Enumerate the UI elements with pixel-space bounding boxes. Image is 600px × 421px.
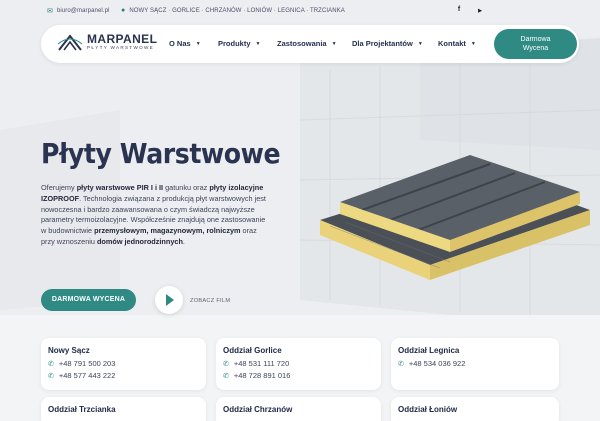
free-quote-nav-button[interactable]: Darmowa Wycena [494,29,577,59]
nav-item-zastosowania[interactable]: Zastosowania ▼ [277,39,337,48]
hero-text-part: . [182,236,185,246]
watch-film-label[interactable]: ZOBACZ FILM [190,298,230,304]
nav-item-o-nas[interactable]: O Nas ▼ [169,39,201,48]
hero-text-bold: przemysłowym, magazynowym, rolniczym [94,226,241,236]
facebook-icon[interactable]: f [454,6,464,13]
branch-phone[interactable]: ✆ +48 534 036 922 [398,359,465,368]
brand-logo[interactable]: MARPANEL PŁYTY WARSTWOWE [57,32,157,52]
phone-icon: ✆ [48,360,54,368]
map-pin-icon: ● [121,7,126,14]
email-text[interactable]: biuro@marpanel.pl [57,8,109,14]
branch-name: Oddział Gorlice [223,346,282,355]
branch-name: Oddział Chrzanów [223,405,293,414]
branch-card-loniow: Oddział Łoniów [391,397,559,421]
top-info-bar: ✉ biuro@marpanel.pl ● NOWY SĄCZ · GORLIC… [0,0,600,22]
nav-item-produkty[interactable]: Produkty ▼ [218,39,260,48]
chevron-down-icon: ▼ [417,40,423,47]
envelope-icon: ✉ [47,8,53,15]
brand-name: MARPANEL [87,32,158,46]
phone-icon: ✆ [223,360,229,368]
phone-number: +48 728 891 016 [233,371,291,380]
chevron-down-icon: ▼ [255,40,261,47]
hero-text-part: gatunku oraz [163,183,210,192]
nav-item-kontakt[interactable]: Kontakt ▼ [438,39,476,48]
hero-text-part: Oferujemy [41,183,77,192]
youtube-icon[interactable]: ▶ [475,8,485,14]
phone-number: +48 531 111 720 [233,359,290,368]
nav-item-dla-projektantow[interactable]: Dla Projektantów ▼ [352,39,423,48]
brand-tagline: PŁYTY WARSTWOWE [87,45,154,50]
locations-text: NOWY SĄCZ · GORLICE · CHRZANÓW · LONIÓW … [129,7,345,14]
logo-mark-icon [57,34,83,51]
branch-phone[interactable]: ✆ +48 791 500 203 [48,359,115,368]
phone-number: +48 791 500 203 [58,359,116,368]
nav-label: Zastosowania [277,39,327,48]
branch-phone[interactable]: ✆ +48 728 891 016 [223,371,290,380]
branch-phone[interactable]: ✆ +48 531 111 720 [223,359,289,368]
free-quote-button[interactable]: DARMOWA WYCENA [41,289,136,311]
branch-name: Oddział Legnica [398,346,460,355]
phone-icon: ✆ [48,372,54,380]
branch-name: Nowy Sącz [48,346,90,355]
sandwich-panel-image [320,155,590,280]
email-contact[interactable]: ✉ biuro@marpanel.pl [47,7,109,15]
branch-name: Oddział Łoniów [398,405,458,414]
nav-label: Dla Projektantów [352,39,413,48]
nav-label: Kontakt [438,39,466,48]
free-quote-label: Darmowa Wycena [520,36,551,52]
phone-icon: ✆ [223,372,229,380]
play-icon [166,294,174,306]
branch-name: Oddział Trzcianka [48,405,116,414]
locations-info: ● NOWY SĄCZ · GORLICE · CHRZANÓW · LONIÓ… [121,7,345,14]
phone-number: +48 534 036 922 [408,359,466,368]
hero-text-bold: domów jednorodzinnych [96,236,183,246]
chevron-down-icon: ▼ [470,40,476,47]
branch-card-gorlice: Oddział Gorlice ✆ +48 531 111 720 ✆ +48 … [216,338,381,390]
nav-label: Produkty [218,39,251,48]
hero-description: Oferujemy płyty warstwowe PIR I i II gat… [41,183,271,248]
hero-title: Płyty Warstwowe [41,137,281,170]
phone-icon: ✆ [398,360,404,368]
branch-card-legnica: Oddział Legnica ✆ +48 534 036 922 [391,338,559,390]
phone-number: +48 577 443 222 [58,371,116,380]
hero-text-bold: płyty warstwowe PIR I i II [76,183,164,192]
chevron-down-icon: ▼ [195,40,201,47]
branch-phone[interactable]: ✆ +48 577 443 222 [48,371,115,380]
branch-card-nowy-sacz: Nowy Sącz ✆ +48 791 500 203 ✆ +48 577 44… [41,338,206,390]
nav-label: O Nas [169,39,191,48]
branch-card-trzcianka: Oddział Trzcianka [41,397,206,421]
play-video-button[interactable] [155,286,183,314]
branch-card-chrzanow: Oddział Chrzanów [216,397,381,421]
chevron-down-icon: ▼ [331,40,337,47]
